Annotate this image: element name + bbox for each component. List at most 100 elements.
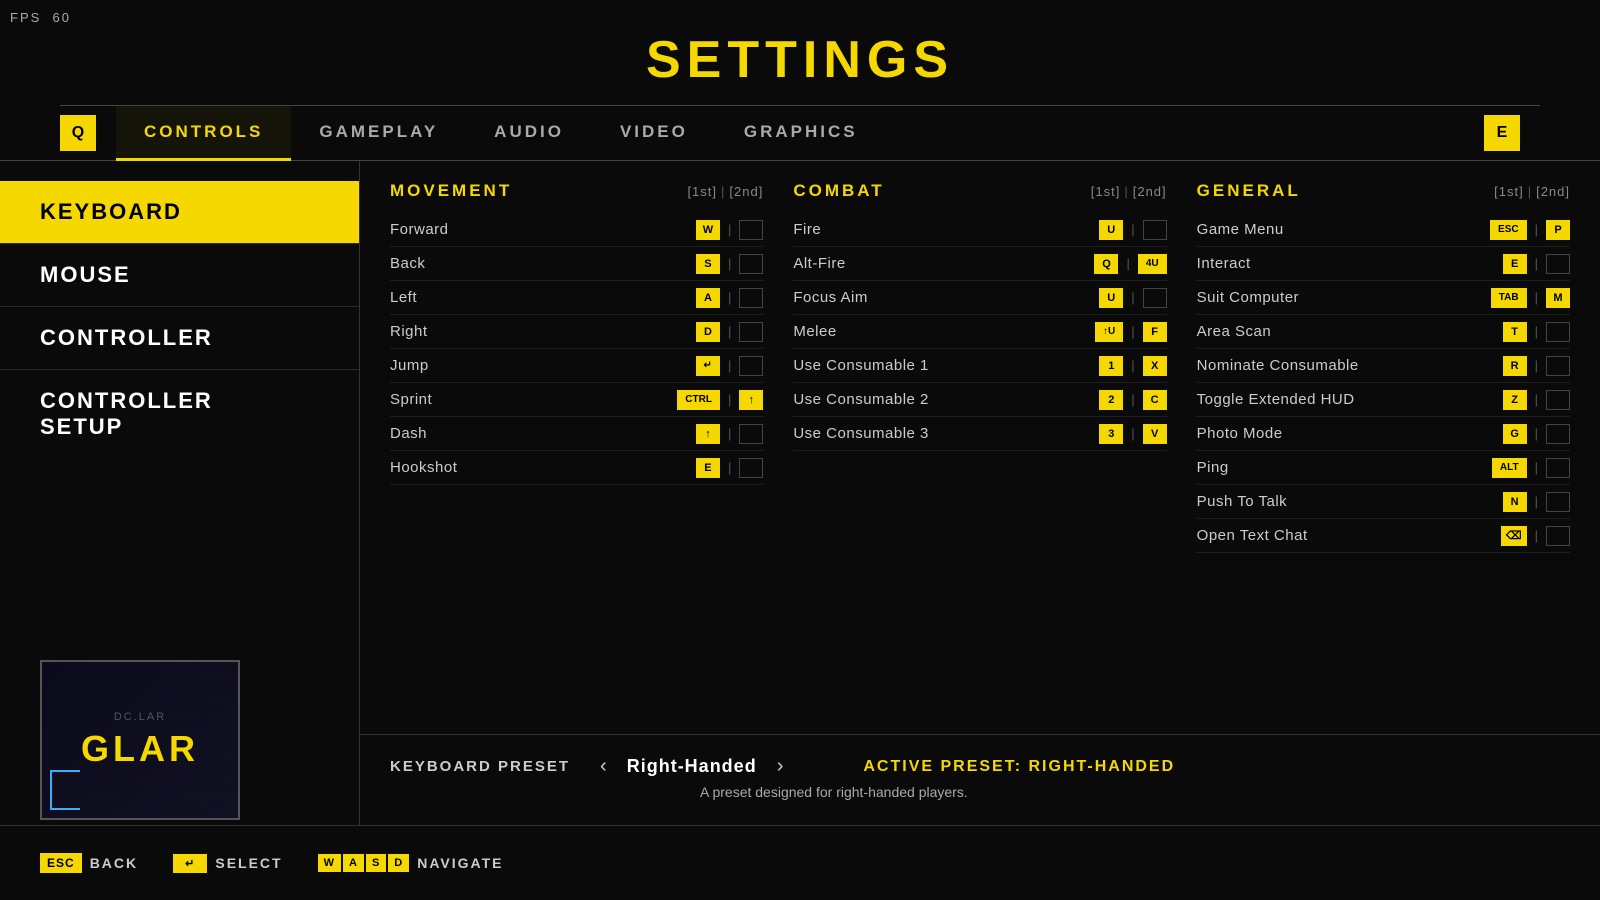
binding-interact: Interact E | (1197, 247, 1570, 281)
key-melee-2[interactable]: F (1143, 322, 1167, 342)
key-chat-1[interactable]: ⌫ (1501, 526, 1527, 546)
key-areascan-2[interactable] (1546, 322, 1570, 342)
key-ping-1[interactable]: ALT (1492, 458, 1527, 478)
preset-value: Right-Handed (627, 756, 757, 777)
general-title: GENERAL (1197, 181, 1301, 201)
key-forward-2[interactable] (739, 220, 763, 240)
game-preview-border-decoration (50, 770, 80, 810)
binding-focus-aim: Focus Aim U | (793, 281, 1166, 315)
preset-description: A preset designed for right-handed playe… (700, 784, 1570, 800)
key-esc[interactable]: ESC (40, 853, 82, 873)
key-back-1[interactable]: S (696, 254, 720, 274)
key-left-1[interactable]: A (696, 288, 720, 308)
binding-fire: Fire U | (793, 213, 1166, 247)
key-altfire-2[interactable]: 4U (1138, 254, 1167, 274)
binding-nominate-consumable: Nominate Consumable R | (1197, 349, 1570, 383)
key-cons1-2[interactable]: X (1143, 356, 1167, 376)
key-focusaim-1[interactable]: U (1099, 288, 1123, 308)
binding-consumable3: Use Consumable 3 3 | V (793, 417, 1166, 451)
combat-header: COMBAT [1st] | [2nd] (793, 181, 1166, 201)
general-section: GENERAL [1st] | [2nd] Game Menu ESC | P … (1197, 181, 1570, 553)
key-areascan-1[interactable]: T (1503, 322, 1527, 342)
key-nominate-1[interactable]: R (1503, 356, 1527, 376)
tab-icon-q[interactable]: Q (60, 115, 96, 151)
hint-select: ↵ SELECT (173, 854, 282, 873)
key-focusaim-2[interactable] (1143, 288, 1167, 308)
key-enter[interactable]: ↵ (173, 854, 207, 873)
general-header: GENERAL [1st] | [2nd] (1197, 181, 1570, 201)
preset-next-button[interactable]: › (777, 755, 784, 778)
key-chat-2[interactable] (1546, 526, 1570, 546)
key-forward-1[interactable]: W (696, 220, 720, 240)
binding-dash: Dash ↑ | (390, 417, 763, 451)
binding-ping: Ping ALT | (1197, 451, 1570, 485)
sidebar-item-mouse[interactable]: MOUSE (0, 244, 359, 307)
key-photo-2[interactable] (1546, 424, 1570, 444)
key-hookshot-2[interactable] (739, 458, 763, 478)
key-ptt-2[interactable] (1546, 492, 1570, 512)
hint-back-label: BACK (90, 855, 138, 871)
key-fire-1[interactable]: U (1099, 220, 1123, 240)
preset-prev-button[interactable]: ‹ (600, 755, 607, 778)
sidebar-item-controller[interactable]: CONTROLLER (0, 307, 359, 370)
binding-jump: Jump ↵ | (390, 349, 763, 383)
binding-consumable1: Use Consumable 1 1 | X (793, 349, 1166, 383)
key-wasd: W A S D (318, 854, 410, 872)
key-ptt-1[interactable]: N (1503, 492, 1527, 512)
binding-push-to-talk: Push To Talk N | (1197, 485, 1570, 519)
key-back-2[interactable] (739, 254, 763, 274)
key-fire-2[interactable] (1143, 220, 1167, 240)
preset-label: KEYBOARD PRESET (390, 758, 570, 775)
key-suit-2[interactable]: M (1546, 288, 1570, 308)
key-jump-2[interactable] (739, 356, 763, 376)
binding-toggle-hud: Toggle Extended HUD Z | (1197, 383, 1570, 417)
key-cons2-1[interactable]: 2 (1099, 390, 1123, 410)
key-cons3-2[interactable]: V (1143, 424, 1167, 444)
movement-header: MOVEMENT [1st] | [2nd] (390, 181, 763, 201)
key-dash-1[interactable]: ↑ (696, 424, 720, 444)
tab-audio[interactable]: AUDIO (466, 106, 592, 161)
key-hud-1[interactable]: Z (1503, 390, 1527, 410)
game-preview-sub: DC.LAR (81, 711, 199, 723)
binding-left: Left A | (390, 281, 763, 315)
tab-gameplay[interactable]: GAMEPLAY (291, 106, 466, 161)
key-dash-2[interactable] (739, 424, 763, 444)
sidebar-item-controller-setup[interactable]: CONTROLLERSETUP (0, 370, 359, 459)
key-right-2[interactable] (739, 322, 763, 342)
key-cons1-1[interactable]: 1 (1099, 356, 1123, 376)
preset-active-label: ACTIVE PRESET: RIGHT-HANDED (863, 758, 1175, 776)
key-photo-1[interactable]: G (1503, 424, 1527, 444)
key-jump-1[interactable]: ↵ (696, 356, 720, 376)
tab-graphics[interactable]: GRAPHICS (716, 106, 886, 161)
tab-video[interactable]: VIDEO (592, 106, 716, 161)
tab-controls[interactable]: CONTROLS (116, 106, 291, 161)
key-sprint-1[interactable]: CTRL (677, 390, 720, 410)
movement-title: MOVEMENT (390, 181, 512, 201)
binding-photo-mode: Photo Mode G | (1197, 417, 1570, 451)
key-cons3-1[interactable]: 3 (1099, 424, 1123, 444)
general-col-headers: [1st] | [2nd] (1494, 184, 1570, 199)
binding-game-menu: Game Menu ESC | P (1197, 213, 1570, 247)
game-preview: DC.LAR GLAR (40, 660, 240, 820)
key-gamemenu-1[interactable]: ESC (1490, 220, 1527, 240)
key-nominate-2[interactable] (1546, 356, 1570, 376)
combat-col-headers: [1st] | [2nd] (1091, 184, 1167, 199)
key-hookshot-1[interactable]: E (696, 458, 720, 478)
bindings-grid: MOVEMENT [1st] | [2nd] Forward W | Back … (390, 181, 1570, 553)
key-right-1[interactable]: D (696, 322, 720, 342)
key-sprint-2[interactable]: ↑ (739, 390, 763, 410)
key-cons2-2[interactable]: C (1143, 390, 1167, 410)
key-hud-2[interactable] (1546, 390, 1570, 410)
key-gamemenu-2[interactable]: P (1546, 220, 1570, 240)
key-suit-1[interactable]: TAB (1491, 288, 1527, 308)
key-left-2[interactable] (739, 288, 763, 308)
movement-section: MOVEMENT [1st] | [2nd] Forward W | Back … (390, 181, 763, 553)
sidebar-item-keyboard[interactable]: KEYBOARD (0, 181, 359, 244)
tab-icon-e[interactable]: E (1484, 115, 1520, 151)
key-altfire-1[interactable]: Q (1094, 254, 1118, 274)
key-interact-2[interactable] (1546, 254, 1570, 274)
game-preview-text: GLAR (81, 728, 199, 770)
key-ping-2[interactable] (1546, 458, 1570, 478)
key-interact-1[interactable]: E (1503, 254, 1527, 274)
key-melee-1[interactable]: ↑U (1095, 322, 1123, 342)
